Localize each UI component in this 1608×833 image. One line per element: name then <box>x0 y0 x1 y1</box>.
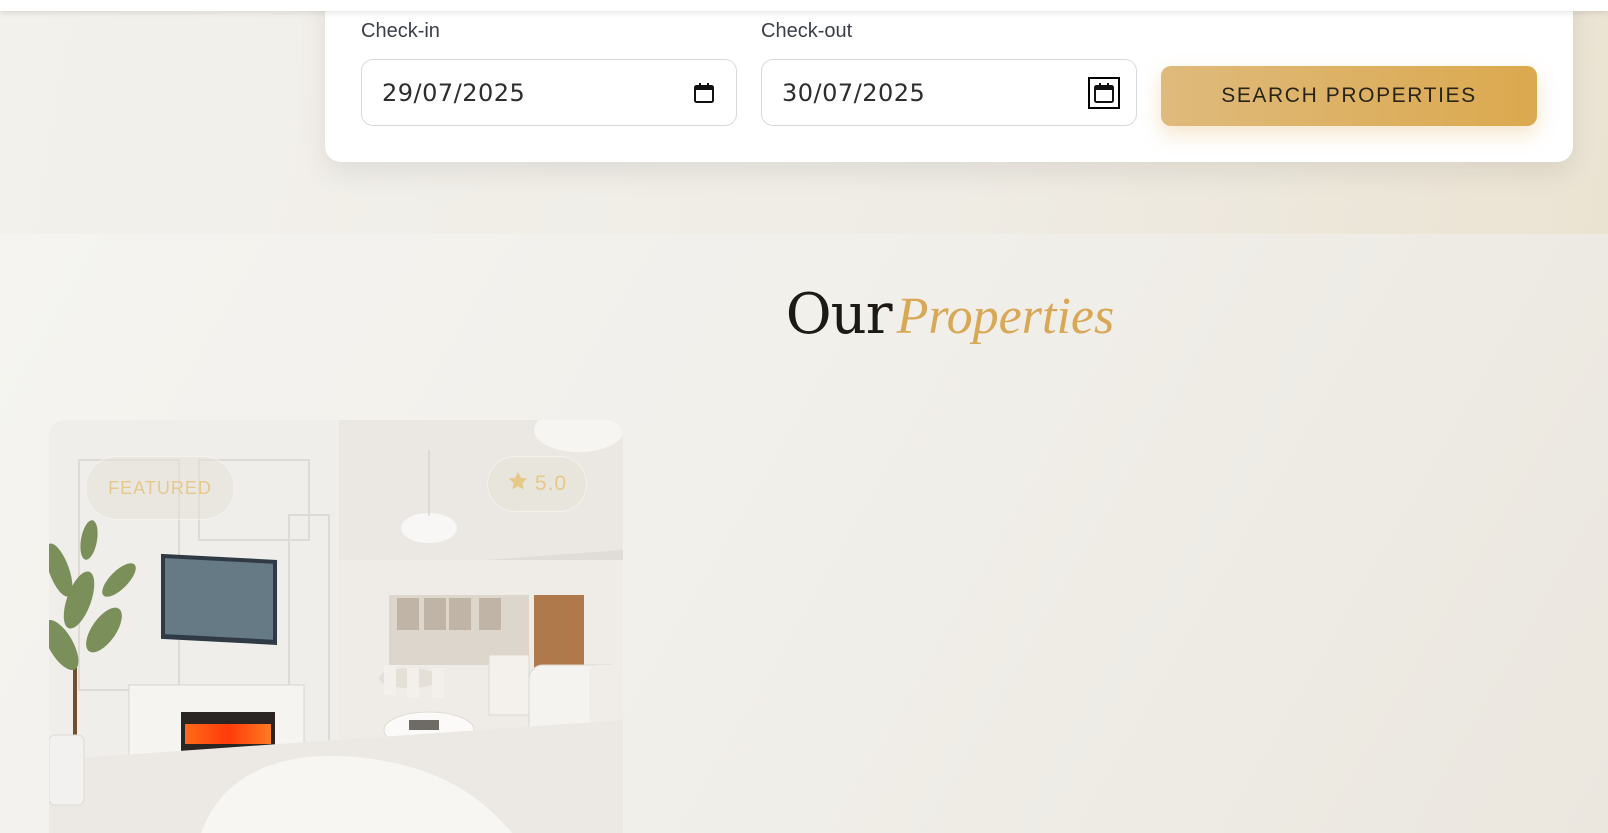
rating-badge: 5.0 <box>487 456 587 512</box>
checkin-date-input[interactable]: 29/07/2025 <box>361 59 737 126</box>
rating-value: 5.0 <box>534 472 568 495</box>
section-title: Our Properties <box>0 282 1608 347</box>
search-properties-button[interactable]: SEARCH PROPERTIES <box>1161 66 1537 126</box>
featured-badge: FEATURED <box>85 456 235 520</box>
checkin-label: Check-in <box>361 20 440 42</box>
checkout-label: Check-out <box>761 20 853 42</box>
calendar-icon[interactable] <box>692 81 716 105</box>
property-card[interactable]: FEATURED 5.0 <box>49 420 623 833</box>
checkin-date-value: 29/07/2025 <box>382 78 526 107</box>
section-title-main: Our <box>785 282 893 347</box>
section-title-accent: Properties <box>896 288 1115 345</box>
star-icon <box>507 470 529 498</box>
top-navbar-edge <box>0 0 1608 11</box>
checkout-date-value: 30/07/2025 <box>782 78 926 107</box>
featured-badge-label: FEATURED <box>108 477 212 498</box>
checkout-date-input[interactable]: 30/07/2025 <box>761 59 1137 126</box>
calendar-icon[interactable] <box>1088 76 1120 109</box>
